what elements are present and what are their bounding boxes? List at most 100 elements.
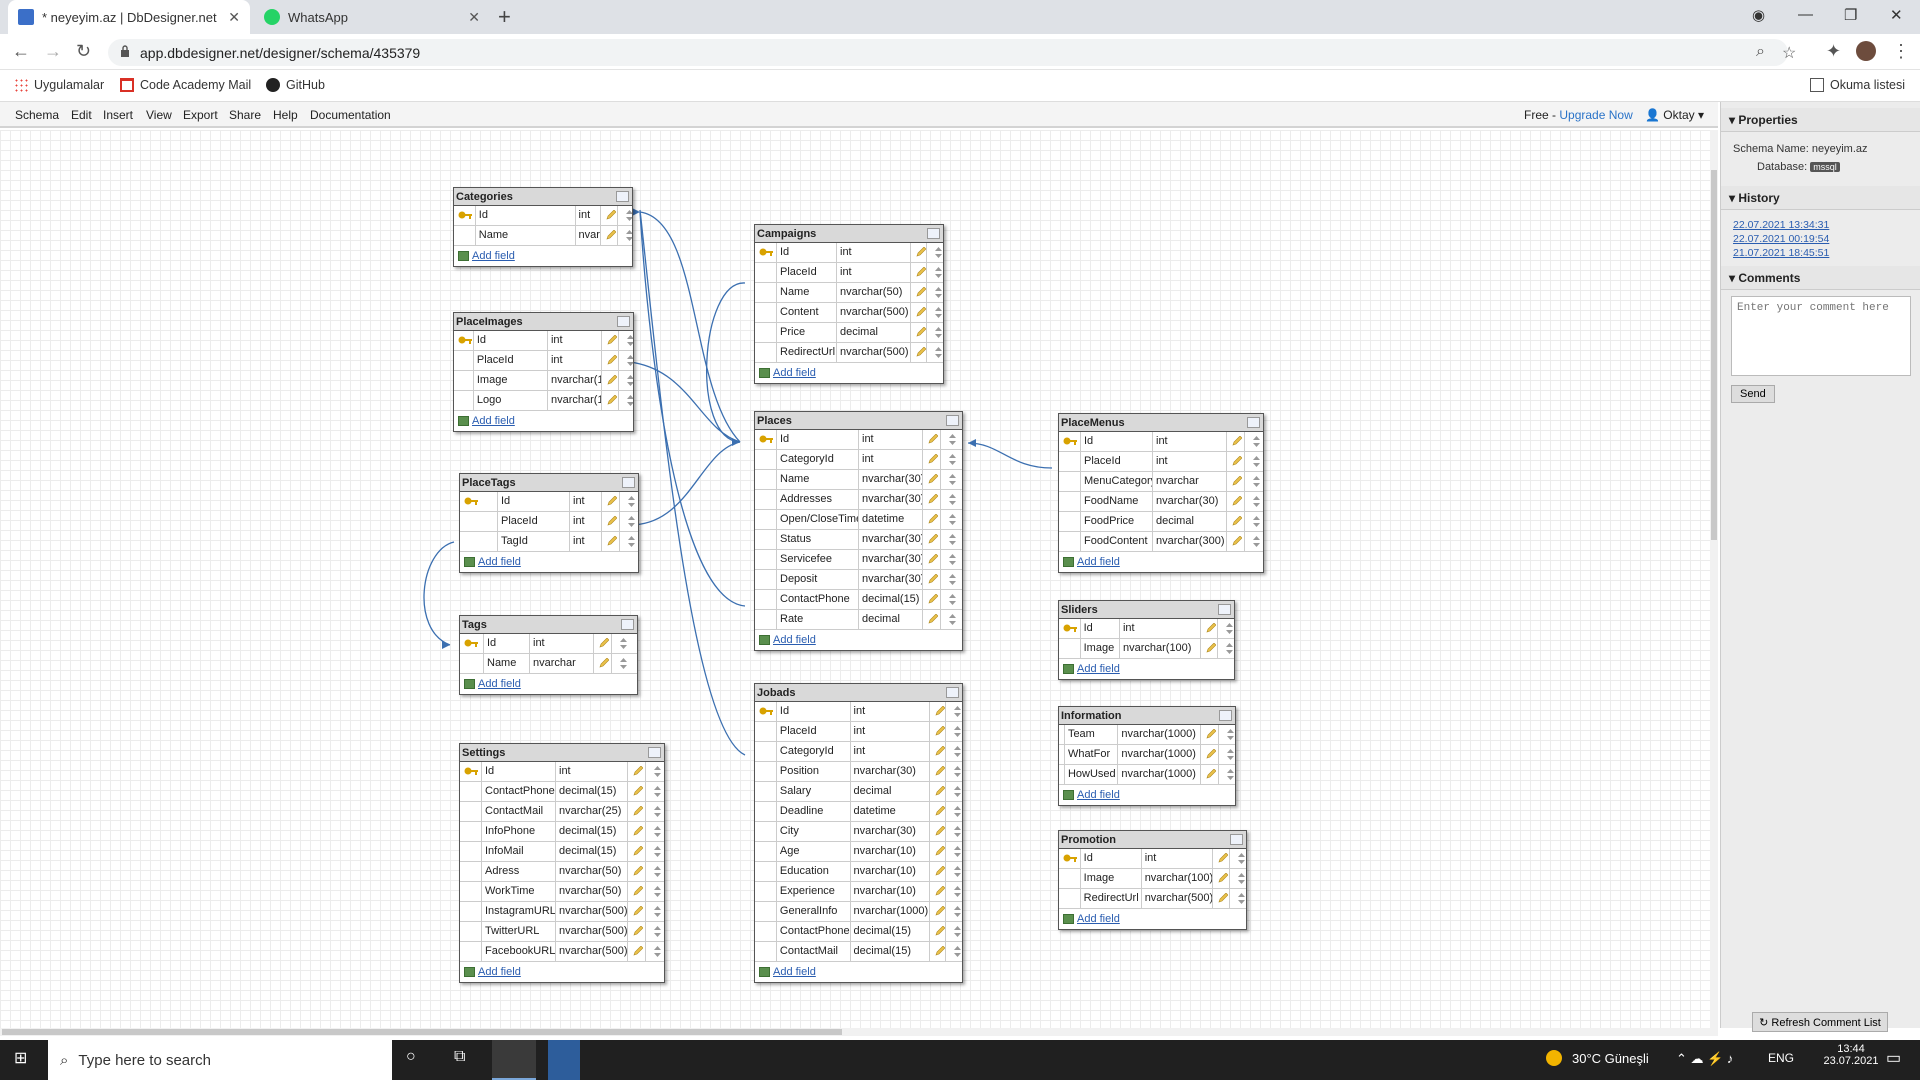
reorder-arrows-icon[interactable]: [946, 842, 962, 861]
table-options-icon[interactable]: [946, 415, 959, 426]
reorder-arrows-icon[interactable]: [619, 391, 633, 410]
table-options-icon[interactable]: [621, 619, 634, 630]
table-header[interactable]: Settings: [460, 744, 664, 762]
field-row[interactable]: PlaceId int: [1059, 452, 1263, 472]
reorder-arrows-icon[interactable]: [927, 283, 943, 302]
add-field-link[interactable]: Add field: [460, 674, 637, 694]
weather-text[interactable]: 30°C Güneşli: [1572, 1051, 1649, 1066]
reorder-arrows-icon[interactable]: [646, 802, 662, 821]
field-row[interactable]: HowUsed nvarchar(1000): [1059, 765, 1235, 785]
field-row[interactable]: Addresses nvarchar(30): [755, 490, 962, 510]
edit-pencil-icon[interactable]: [1227, 532, 1245, 551]
reorder-arrows-icon[interactable]: [927, 263, 943, 282]
reorder-arrows-icon[interactable]: [618, 206, 632, 225]
table-categories[interactable]: Categories Id int Name nvarchar(25) Add …: [453, 187, 633, 267]
reorder-arrows-icon[interactable]: [646, 882, 662, 901]
history-item[interactable]: 22.07.2021 13:34:31: [1721, 218, 1920, 232]
add-field-link[interactable]: Add field: [1059, 659, 1234, 679]
field-row[interactable]: Id int: [460, 762, 664, 782]
reorder-arrows-icon[interactable]: [1245, 532, 1261, 551]
edit-pencil-icon[interactable]: [923, 430, 941, 449]
edit-pencil-icon[interactable]: [628, 822, 646, 841]
field-row[interactable]: Logo nvarchar(100): [454, 391, 633, 411]
field-row[interactable]: Adress nvarchar(50): [460, 862, 664, 882]
field-row[interactable]: Position nvarchar(30): [755, 762, 962, 782]
field-row[interactable]: InfoMail decimal(15): [460, 842, 664, 862]
edit-pencil-icon[interactable]: [923, 510, 941, 529]
field-row[interactable]: GeneralInfo nvarchar(1000): [755, 902, 962, 922]
field-row[interactable]: FoodContent nvarchar(300): [1059, 532, 1263, 552]
field-row[interactable]: TagId int: [460, 532, 638, 552]
add-field-link[interactable]: Add field: [460, 962, 664, 982]
reorder-arrows-icon[interactable]: [941, 510, 957, 529]
table-options-icon[interactable]: [1247, 417, 1260, 428]
edit-pencil-icon[interactable]: [1201, 765, 1220, 784]
table-jobads[interactable]: Jobads Id int PlaceId int CategoryId int…: [754, 683, 963, 983]
edit-pencil-icon[interactable]: [1201, 725, 1220, 744]
field-row[interactable]: Servicefee nvarchar(30): [755, 550, 962, 570]
edit-pencil-icon[interactable]: [602, 512, 620, 531]
reorder-arrows-icon[interactable]: [1245, 512, 1261, 531]
edit-pencil-icon[interactable]: [930, 862, 947, 881]
field-row[interactable]: RedirectUrl nvarchar(500): [1059, 889, 1246, 909]
reorder-arrows-icon[interactable]: [1230, 869, 1246, 888]
history-item[interactable]: 22.07.2021 00:19:54: [1721, 232, 1920, 246]
menu-share[interactable]: Share: [229, 108, 261, 122]
reorder-arrows-icon[interactable]: [946, 942, 962, 961]
comments-header[interactable]: ▾ Comments: [1721, 266, 1920, 290]
task-view-icon[interactable]: ⧉: [454, 1048, 465, 1066]
refresh-comment-list-button[interactable]: ↻ Refresh Comment List: [1752, 1012, 1888, 1032]
reorder-arrows-icon[interactable]: [1219, 745, 1235, 764]
tray-icons[interactable]: ⌃ ☁ ⚡ ♪: [1676, 1051, 1733, 1067]
field-row[interactable]: ContactPhone decimal(15): [755, 922, 962, 942]
reorder-arrows-icon[interactable]: [941, 430, 957, 449]
field-row[interactable]: Rate decimal: [755, 610, 962, 630]
chrome-taskbar-icon[interactable]: [492, 1040, 536, 1080]
notifications-icon[interactable]: ▭: [1886, 1048, 1901, 1068]
reorder-arrows-icon[interactable]: [646, 862, 662, 881]
field-row[interactable]: Id int: [755, 702, 962, 722]
reorder-arrows-icon[interactable]: [941, 490, 957, 509]
field-row[interactable]: Image nvarchar(100): [1059, 639, 1234, 659]
field-row[interactable]: Status nvarchar(30): [755, 530, 962, 550]
edit-pencil-icon[interactable]: [930, 802, 947, 821]
reorder-arrows-icon[interactable]: [1245, 452, 1261, 471]
field-row[interactable]: Name nvarchar: [460, 654, 637, 674]
table-options-icon[interactable]: [617, 316, 630, 327]
menu-edit[interactable]: Edit: [71, 108, 92, 122]
edit-pencil-icon[interactable]: [628, 782, 646, 801]
reload-icon[interactable]: ↻: [76, 41, 91, 62]
tab-search-icon[interactable]: ◉: [1752, 6, 1765, 24]
reorder-arrows-icon[interactable]: [619, 351, 633, 370]
field-row[interactable]: Content nvarchar(500): [755, 303, 943, 323]
reorder-arrows-icon[interactable]: [619, 371, 633, 390]
edit-pencil-icon[interactable]: [628, 942, 646, 961]
reorder-arrows-icon[interactable]: [646, 762, 662, 781]
restore-button[interactable]: ❐: [1844, 6, 1857, 24]
reorder-arrows-icon[interactable]: [946, 722, 962, 741]
field-row[interactable]: FoodPrice decimal: [1059, 512, 1263, 532]
reorder-arrows-icon[interactable]: [946, 762, 962, 781]
reorder-arrows-icon[interactable]: [946, 882, 962, 901]
bookmark-apps[interactable]: Uygulamalar: [14, 78, 104, 92]
more-menu-icon[interactable]: ⋮: [1892, 41, 1910, 62]
edit-pencil-icon[interactable]: [628, 802, 646, 821]
bookmark-star-icon[interactable]: ☆: [1782, 43, 1796, 63]
edit-pencil-icon[interactable]: [930, 842, 947, 861]
reorder-arrows-icon[interactable]: [1245, 492, 1261, 511]
field-row[interactable]: Price decimal: [755, 323, 943, 343]
edit-pencil-icon[interactable]: [930, 822, 947, 841]
add-field-link[interactable]: Add field: [755, 363, 943, 383]
close-window-button[interactable]: ✕: [1890, 6, 1903, 24]
reorder-arrows-icon[interactable]: [927, 343, 943, 362]
edit-pencil-icon[interactable]: [923, 610, 941, 629]
edit-pencil-icon[interactable]: [1213, 869, 1231, 888]
schema-canvas[interactable]: Categories Id int Name nvarchar(25) Add …: [0, 130, 1710, 1028]
table-settings[interactable]: Settings Id int ContactPhone decimal(15)…: [459, 743, 665, 983]
table-header[interactable]: Categories: [454, 188, 632, 206]
clock[interactable]: 13:44 23.07.2021: [1816, 1043, 1886, 1067]
edit-pencil-icon[interactable]: [911, 263, 927, 282]
reorder-arrows-icon[interactable]: [946, 822, 962, 841]
add-field-link[interactable]: Add field: [454, 411, 633, 431]
field-row[interactable]: Id int: [460, 634, 637, 654]
